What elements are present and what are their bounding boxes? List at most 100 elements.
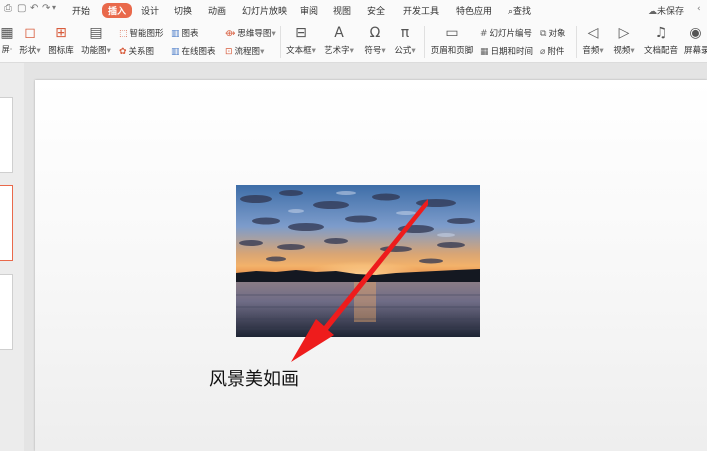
audio-label: 音频 bbox=[582, 46, 600, 56]
flowchart-icon: ⊡ bbox=[225, 47, 233, 57]
tab-transition[interactable]: 切换 bbox=[174, 4, 192, 17]
object-button[interactable]: ⧉ 对象 bbox=[540, 27, 565, 39]
tab-design[interactable]: 设计 bbox=[141, 4, 159, 17]
icon-library-icon: ⊞ bbox=[55, 25, 67, 41]
cloud-icon: ☁ bbox=[648, 7, 657, 17]
wordart-label: 艺术字 bbox=[324, 46, 350, 56]
formula-label: 公式 bbox=[394, 46, 412, 56]
slide-number-icon: # bbox=[480, 29, 488, 39]
object-icon: ⧉ bbox=[540, 29, 547, 39]
chart-button[interactable]: ▥ 图表 bbox=[171, 27, 199, 39]
tab-review[interactable]: 审阅 bbox=[300, 4, 318, 17]
tab-animation[interactable]: 动画 bbox=[208, 4, 226, 17]
tab-developer[interactable]: 开发工具 bbox=[403, 4, 439, 17]
wordart-button[interactable]: A 艺术字▾ bbox=[322, 25, 356, 56]
menu-bar: ⎙ ▢ ↶ ↷ ▾ 开始 插入 设计 切换 动画 幻灯片放映 审阅 视图 安全 … bbox=[0, 0, 707, 20]
quick-access-dropdown-icon[interactable]: ▾ bbox=[52, 3, 56, 12]
chart-label: 图表 bbox=[181, 29, 199, 39]
search-label: 查找 bbox=[513, 7, 532, 17]
smart-shape-label: 智能图形 bbox=[129, 29, 164, 39]
omega-icon: Ω bbox=[369, 25, 381, 41]
ribbon-separator bbox=[280, 26, 281, 58]
online-chart-button[interactable]: ▥ 在线图表 bbox=[171, 45, 216, 57]
ribbon-separator bbox=[576, 26, 577, 58]
attachment-button[interactable]: ⌀ 附件 bbox=[540, 45, 564, 57]
feature-chart-label: 功能图 bbox=[81, 46, 107, 56]
shapes-button[interactable]: ◻ 形状▾ bbox=[18, 25, 42, 56]
wordart-icon: A bbox=[334, 25, 344, 41]
calendar-icon: ▦ bbox=[480, 47, 489, 57]
textbox-button[interactable]: ⊟ 文本框▾ bbox=[284, 25, 318, 56]
header-footer-icon: ▭ bbox=[445, 25, 459, 41]
icon-library-label: 图标库 bbox=[48, 46, 74, 56]
feature-chart-button[interactable]: ▤ 功能图▾ bbox=[80, 25, 112, 56]
print-icon[interactable]: ⎙ bbox=[4, 3, 12, 14]
slide-number-button[interactable]: # 幻灯片编号 bbox=[480, 27, 532, 39]
paperclip-icon: ⌀ bbox=[540, 47, 546, 57]
video-icon: ▷ bbox=[618, 25, 630, 41]
slide-thumbnail-selected[interactable] bbox=[0, 185, 13, 261]
relation-label: 关系图 bbox=[128, 47, 155, 57]
symbol-label: 符号 bbox=[364, 46, 382, 56]
formula-button[interactable]: π 公式▾ bbox=[392, 25, 418, 56]
speaker-icon: ◁ bbox=[587, 25, 599, 41]
slide-number-label: 幻灯片编号 bbox=[489, 29, 533, 39]
picture-icon: ▦ bbox=[0, 25, 14, 41]
screen-record-icon: ◉ bbox=[689, 25, 702, 41]
slide-thumbnail[interactable] bbox=[0, 97, 13, 173]
chart-icon: ▥ bbox=[171, 29, 180, 39]
pi-icon: π bbox=[400, 25, 410, 41]
online-chart-label: 在线图表 bbox=[181, 47, 216, 57]
search-button[interactable]: ⌕查找 bbox=[508, 4, 531, 17]
flowchart-button[interactable]: ⊡ 流程图▾ bbox=[225, 45, 264, 57]
prev-ribbon-button[interactable]: ▦ 屏· bbox=[0, 25, 14, 55]
header-footer-label: 页眉和页脚 bbox=[430, 46, 474, 56]
textbox-label: 文本框 bbox=[286, 46, 312, 56]
smart-shape-icon: ⬚ bbox=[119, 29, 128, 39]
doc-dubbing-button[interactable]: ♫ 文档配音 bbox=[642, 25, 680, 56]
textbox-icon: ⊟ bbox=[295, 25, 307, 41]
smart-shape-button[interactable]: ⬚ 智能图形 bbox=[119, 27, 164, 39]
tab-special-apps[interactable]: 特色应用 bbox=[456, 4, 492, 17]
sunset-lake-image bbox=[236, 185, 480, 337]
object-label: 对象 bbox=[548, 29, 566, 39]
tab-view[interactable]: 视图 bbox=[333, 4, 351, 17]
date-time-button[interactable]: ▦ 日期和时间 bbox=[480, 45, 533, 57]
slide-caption-text[interactable]: 风景美如画 bbox=[209, 365, 299, 391]
date-time-label: 日期和时间 bbox=[490, 47, 534, 57]
collapse-ribbon-icon[interactable]: ‹ bbox=[697, 4, 701, 14]
tab-security[interactable]: 安全 bbox=[367, 4, 385, 17]
redo-icon[interactable]: ↷ bbox=[42, 3, 50, 14]
video-button[interactable]: ▷ 视频▾ bbox=[610, 25, 638, 56]
screen-record-label: 屏幕录 bbox=[684, 46, 707, 56]
tab-insert[interactable]: 插入 bbox=[102, 3, 133, 18]
feature-chart-icon: ▤ bbox=[89, 25, 103, 41]
mindmap-icon: ⟴ bbox=[225, 29, 236, 39]
save-status[interactable]: ☁未保存 bbox=[648, 4, 684, 17]
save-status-label: 未保存 bbox=[657, 7, 685, 17]
video-label: 视频 bbox=[613, 46, 631, 56]
relation-icon: ✿ bbox=[119, 47, 127, 57]
screen-record-button[interactable]: ◉ 屏幕录 bbox=[684, 25, 707, 56]
mindmap-label: 思维导图 bbox=[237, 29, 272, 39]
shapes-icon: ◻ bbox=[24, 25, 36, 41]
audio-button[interactable]: ◁ 音频▾ bbox=[580, 25, 606, 56]
icon-library-button[interactable]: ⊞ 图标库 bbox=[48, 25, 74, 56]
microphone-icon: ♫ bbox=[654, 25, 668, 41]
shapes-label: 形状 bbox=[19, 46, 37, 56]
tab-start[interactable]: 开始 bbox=[72, 4, 90, 17]
relation-chart-button[interactable]: ✿ 关系图 bbox=[119, 45, 154, 57]
undo-icon[interactable]: ↶ bbox=[30, 3, 38, 14]
doc-dubbing-label: 文档配音 bbox=[643, 46, 678, 56]
landscape-photo[interactable] bbox=[236, 185, 480, 337]
header-footer-button[interactable]: ▭ 页眉和页脚 bbox=[430, 25, 474, 56]
attachment-label: 附件 bbox=[547, 47, 565, 57]
flowchart-label: 流程图 bbox=[234, 47, 261, 57]
online-chart-icon: ▥ bbox=[171, 47, 180, 57]
mindmap-button[interactable]: ⟴ 思维导图▾ bbox=[225, 27, 276, 39]
symbol-button[interactable]: Ω 符号▾ bbox=[362, 25, 388, 56]
tab-slideshow[interactable]: 幻灯片放映 bbox=[242, 4, 287, 17]
ribbon-separator bbox=[424, 26, 425, 58]
slide-thumbnail[interactable] bbox=[0, 274, 13, 350]
preview-icon[interactable]: ▢ bbox=[17, 3, 26, 14]
